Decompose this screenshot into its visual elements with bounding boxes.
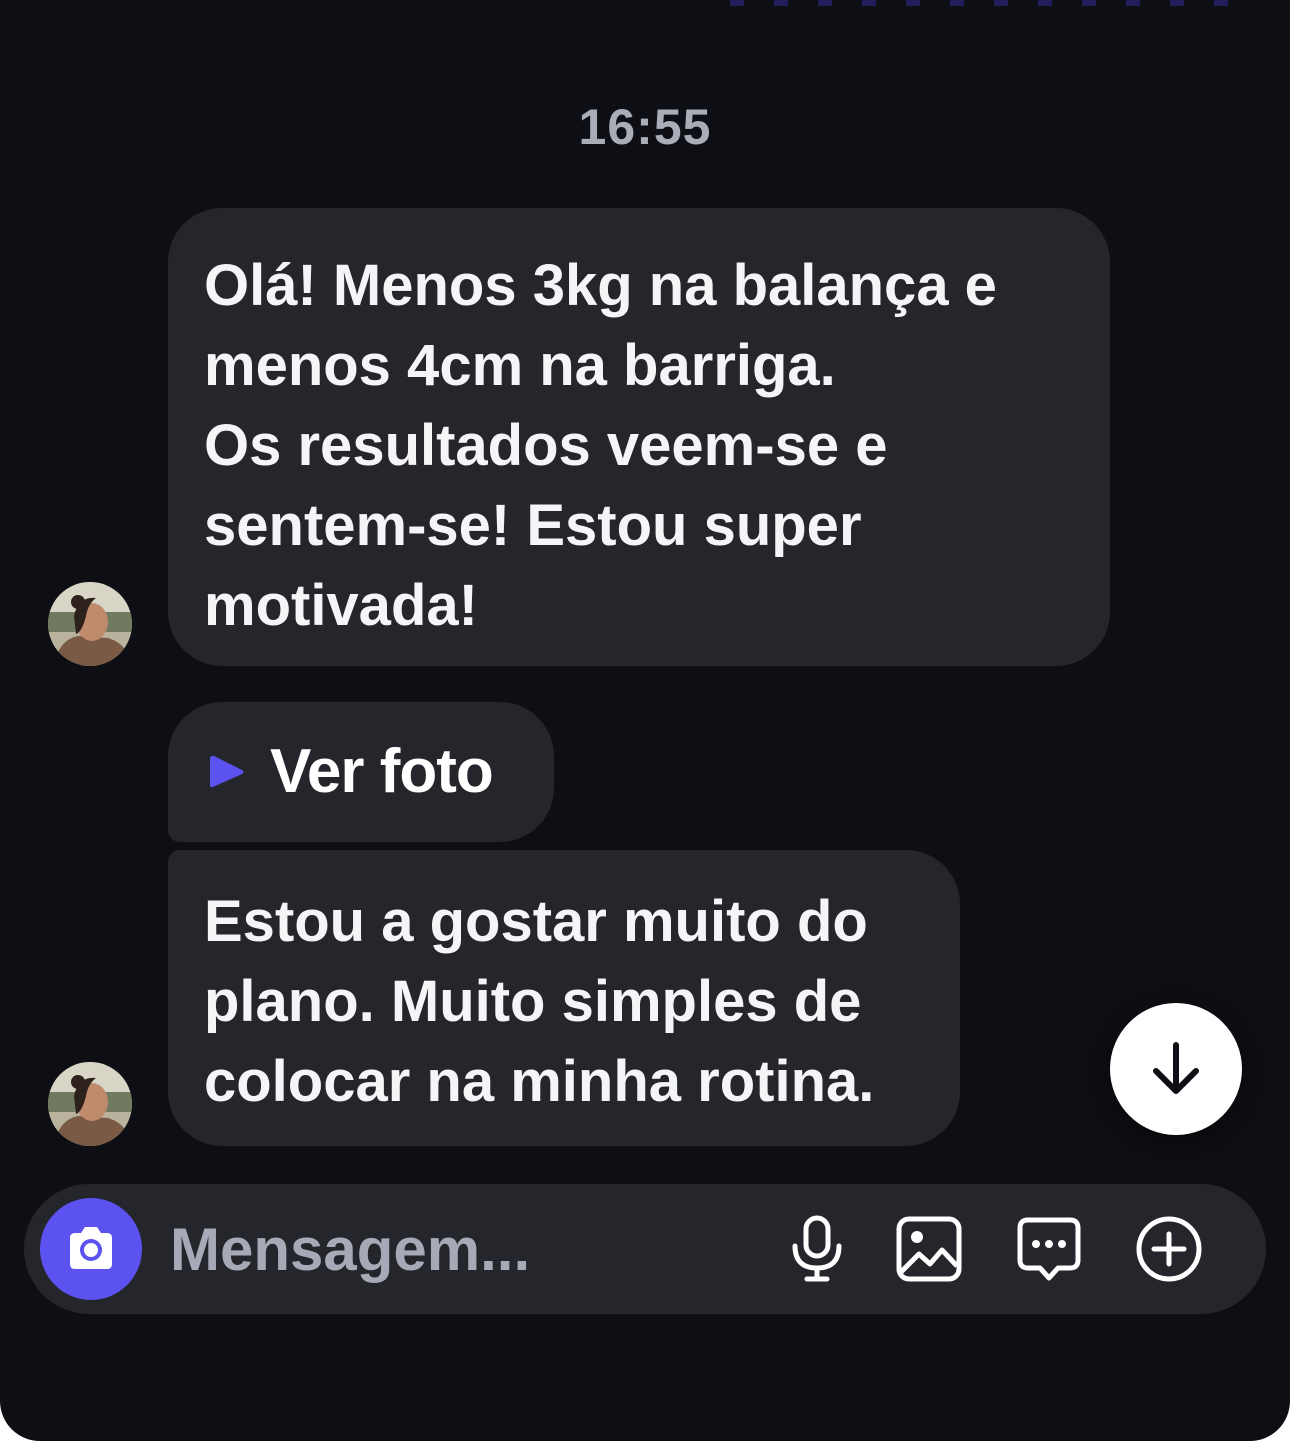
message-text-line: colocar na minha rotina.	[204, 1049, 875, 1114]
header-edge	[730, 0, 1250, 6]
message-text-line: motivada!	[204, 573, 478, 638]
avatar-photo	[48, 582, 132, 666]
more-options-button[interactable]	[1134, 1214, 1204, 1284]
sender-avatar[interactable]	[48, 582, 132, 666]
plus-icon	[1136, 1216, 1202, 1282]
sender-avatar[interactable]	[48, 1062, 132, 1146]
chat-screen: 16:55 Olá! Menos 3kg na balança e menos …	[0, 0, 1290, 1441]
message-bubble[interactable]: Olá! Menos 3kg na balança e menos 4cm na…	[168, 208, 1110, 666]
microphone-icon	[792, 1215, 842, 1282]
message-text-line: Estou a gostar muito do	[204, 889, 868, 954]
camera-icon	[70, 1227, 112, 1269]
view-photo-button[interactable]: Ver foto	[168, 702, 554, 842]
arrow-down-icon	[1153, 1042, 1199, 1094]
view-photo-label: Ver foto	[270, 737, 494, 806]
gallery-icon	[896, 1216, 962, 1282]
gallery-button[interactable]	[894, 1214, 964, 1284]
avatar-photo	[48, 1062, 132, 1146]
message-input[interactable]	[170, 1206, 610, 1292]
message-text-line: plano. Muito simples de	[204, 969, 862, 1034]
sticker-button[interactable]	[1014, 1214, 1084, 1284]
message-text-line: sentem-se! Estou super	[204, 493, 862, 558]
message-text-line: menos 4cm na barriga.	[204, 333, 836, 398]
sticker-icon	[1017, 1217, 1081, 1281]
camera-button[interactable]	[40, 1198, 142, 1300]
microphone-button[interactable]	[782, 1214, 852, 1284]
message-bubble[interactable]: Estou a gostar muito do plano. Muito sim…	[168, 850, 960, 1146]
message-text-line: Olá! Menos 3kg na balança e	[204, 253, 997, 318]
message-text-line: Os resultados veem-se e	[204, 413, 888, 478]
play-icon	[210, 756, 244, 788]
message-composer	[24, 1184, 1266, 1314]
scroll-to-bottom-button[interactable]	[1110, 1003, 1242, 1135]
message-timestamp: 16:55	[578, 99, 712, 155]
